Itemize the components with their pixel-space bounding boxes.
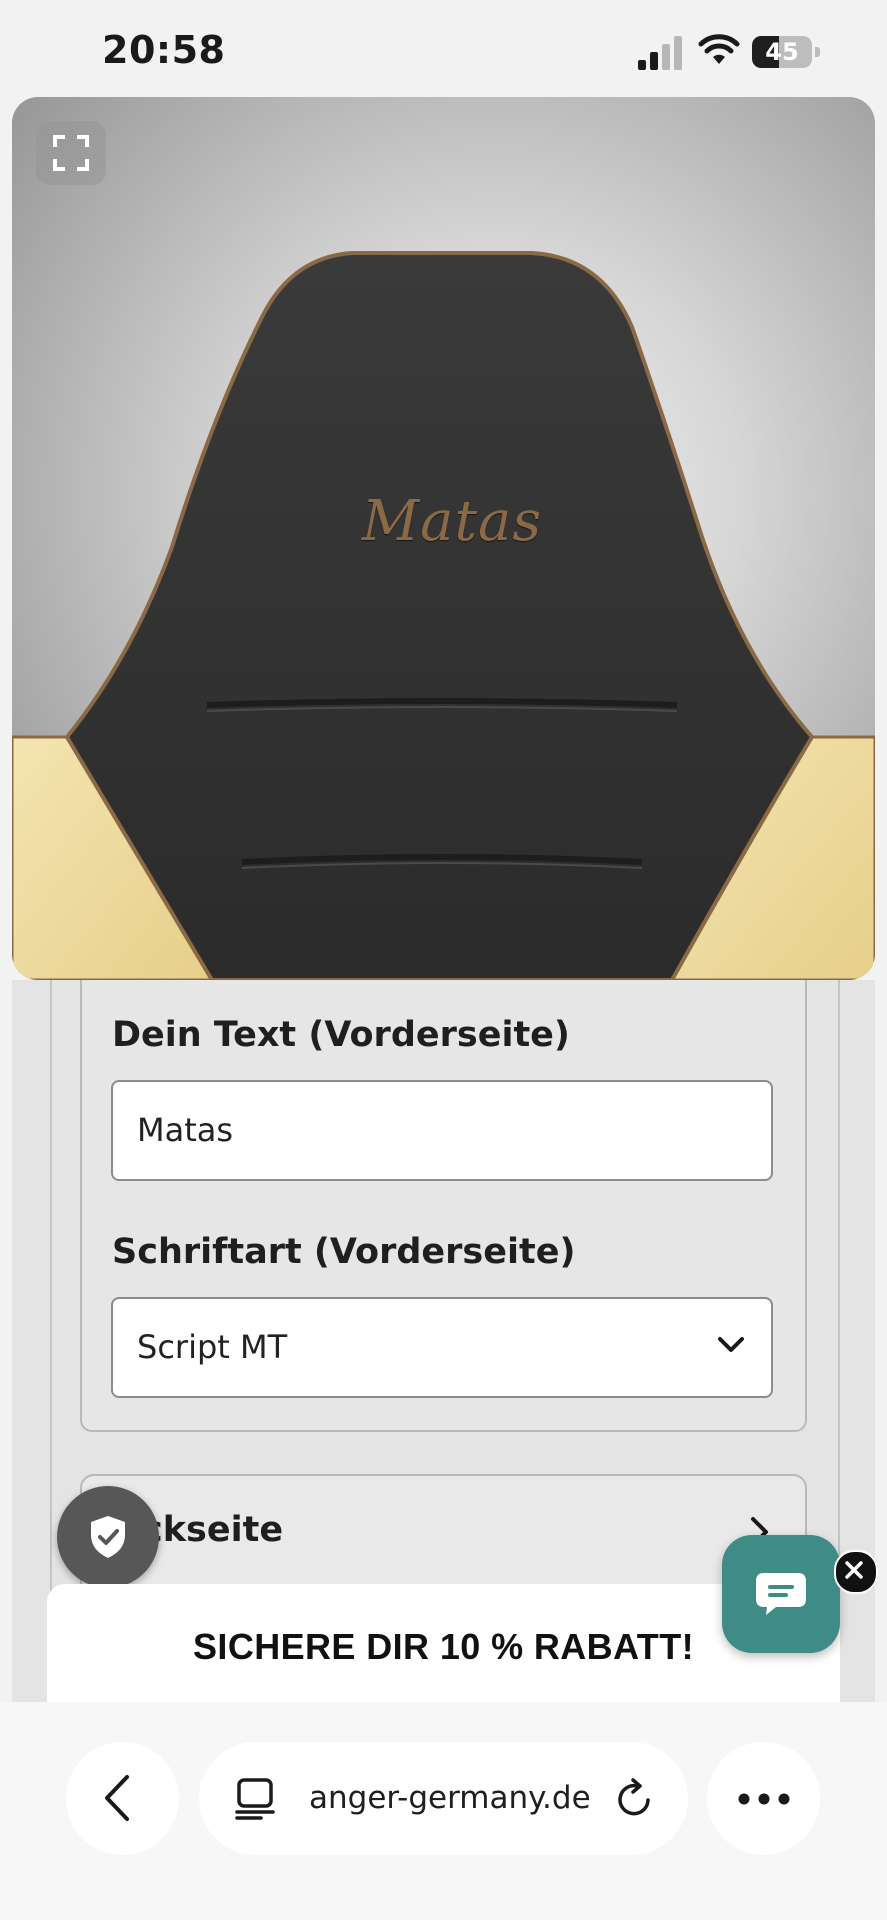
- chevron-down-icon: [718, 1337, 744, 1352]
- battery-icon: 45: [752, 36, 822, 68]
- fullscreen-button[interactable]: [36, 121, 106, 185]
- battery-level: 45: [765, 38, 799, 66]
- chat-icon: [756, 1573, 806, 1615]
- page-icon: [235, 1778, 275, 1820]
- font-field-label: Schriftart (Vorderseite): [112, 1232, 576, 1272]
- shield-check-icon: [91, 1516, 125, 1558]
- address-text: anger-germany.de: [309, 1780, 591, 1816]
- back-side-label: ckseite: [142, 1510, 284, 1550]
- front-text-input[interactable]: Matas: [111, 1080, 773, 1181]
- fullscreen-icon: [53, 135, 89, 171]
- browser-toolbar: anger-germany.de: [0, 1702, 887, 1920]
- more-icon: [738, 1793, 790, 1805]
- privacy-shield-button[interactable]: [57, 1486, 159, 1588]
- chevron-left-icon: [105, 1775, 129, 1821]
- font-select-value: Script MT: [137, 1328, 288, 1366]
- font-select[interactable]: Script MT: [111, 1297, 773, 1398]
- status-time: 20:58: [102, 28, 226, 72]
- chat-button[interactable]: [722, 1535, 840, 1653]
- signal-icon: [638, 36, 682, 70]
- reload-icon[interactable]: [615, 1778, 655, 1820]
- status-bar: 20:58 45: [0, 0, 887, 96]
- product-viewer[interactable]: Matas: [12, 97, 875, 980]
- more-button[interactable]: [707, 1742, 820, 1855]
- chat-close-button[interactable]: [834, 1550, 878, 1594]
- address-bar[interactable]: anger-germany.de: [199, 1742, 688, 1855]
- wifi-icon: [698, 34, 740, 64]
- back-button[interactable]: [66, 1742, 179, 1855]
- text-field-label: Dein Text (Vorderseite): [112, 1015, 570, 1055]
- close-icon: [845, 1561, 863, 1579]
- seat-embroidery-text: Matas: [361, 489, 543, 554]
